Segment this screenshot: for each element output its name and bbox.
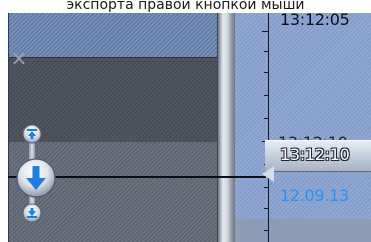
jump-to-cursor-button[interactable] bbox=[15, 157, 57, 199]
close-icon[interactable]: × bbox=[9, 48, 29, 68]
step-to-start-button[interactable] bbox=[22, 124, 42, 144]
timeline-tick bbox=[264, 208, 269, 209]
step-to-start-icon bbox=[22, 124, 42, 144]
playhead-time-label: 13:12:10 bbox=[280, 145, 350, 164]
timeline-tick bbox=[264, 51, 269, 52]
panel-splitter[interactable] bbox=[218, 0, 235, 242]
arrow-down-icon bbox=[16, 158, 56, 198]
timeline-tick bbox=[264, 72, 269, 73]
playhead-date-label: 12.09.13 bbox=[280, 186, 349, 205]
timeline-tick bbox=[264, 118, 269, 119]
video-panel-top-band bbox=[9, 10, 217, 58]
timeline-tick bbox=[264, 95, 269, 96]
timeline-tick bbox=[264, 187, 269, 188]
step-to-end-icon bbox=[22, 203, 42, 223]
timeline-axis-line bbox=[268, 0, 269, 242]
step-to-end-button[interactable] bbox=[22, 203, 42, 223]
timeline-bottom-band bbox=[235, 219, 371, 242]
timeline-tick bbox=[262, 31, 269, 32]
caption-text: экспорта правой кнопкой мыши bbox=[0, 0, 371, 13]
playhead-pointer-icon bbox=[262, 166, 274, 182]
time-label-top: 13:12:05 bbox=[280, 10, 350, 29]
player-timeline-view: экспорта правой кнопкой мыши × 13:12:05 … bbox=[0, 0, 371, 242]
timeline-scale[interactable] bbox=[235, 0, 371, 242]
timeline-tick bbox=[264, 230, 269, 231]
